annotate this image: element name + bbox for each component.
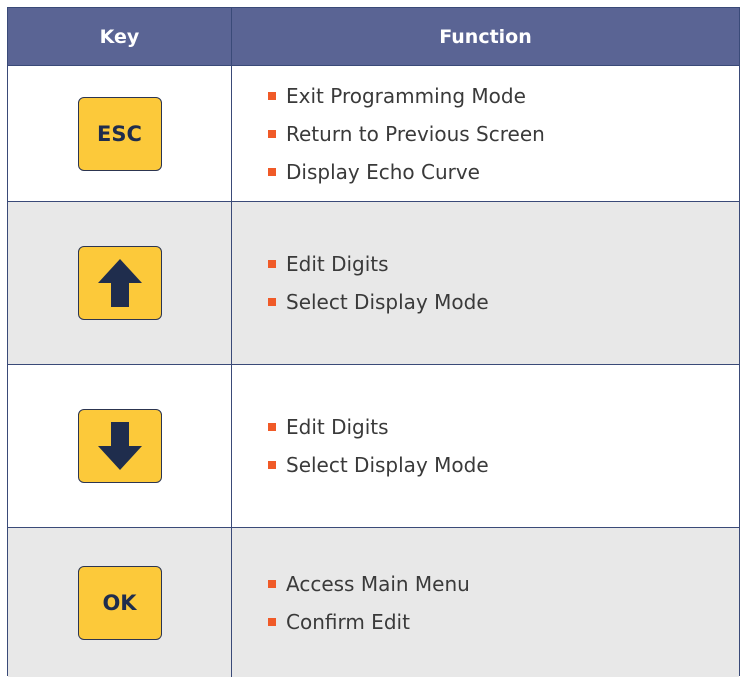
key-cell <box>8 365 232 527</box>
list-item: Access Main Menu <box>268 565 739 603</box>
key-function-table: Key Function ESC Exit Programming Mode R… <box>7 7 740 677</box>
function-text: Return to Previous Screen <box>286 121 545 146</box>
bullet-icon <box>268 129 276 138</box>
function-text: Select Display Mode <box>286 290 489 314</box>
arrow-down-icon <box>97 422 142 470</box>
function-cell: Edit Digits Select Display Mode <box>232 365 739 527</box>
header-function: Function <box>439 25 532 48</box>
table-row: Edit Digits Select Display Mode <box>8 364 739 527</box>
arrow-up-icon <box>97 259 142 307</box>
function-cell: Edit Digits Select Display Mode <box>232 202 739 364</box>
list-item: Display Echo Curve <box>268 153 739 191</box>
ok-key: OK <box>77 565 162 640</box>
down-key <box>77 409 162 483</box>
key-cell: ESC <box>8 66 232 201</box>
bullet-icon <box>268 298 276 306</box>
list-item: Confirm Edit <box>268 603 739 641</box>
function-text: Edit Digits <box>286 415 389 439</box>
bullet-icon <box>268 260 276 268</box>
bullet-icon <box>268 91 276 100</box>
bullet-icon <box>268 461 276 469</box>
header-key: Key <box>8 8 232 65</box>
esc-key: ESC <box>77 96 162 171</box>
bullet-icon <box>268 167 276 176</box>
up-key <box>77 246 162 320</box>
function-cell: Exit Programming Mode Return to Previous… <box>232 66 739 201</box>
function-text: Edit Digits <box>286 252 389 276</box>
table-row: Edit Digits Select Display Mode <box>8 201 739 364</box>
bullet-icon <box>268 579 276 588</box>
function-text: Exit Programming Mode <box>286 83 526 108</box>
list-item: Select Display Mode <box>268 283 739 321</box>
table-row: ESC Exit Programming Mode Return to Prev… <box>8 65 739 201</box>
bullet-icon <box>268 617 276 626</box>
table-header: Key Function <box>8 8 739 65</box>
bullet-icon <box>268 423 276 431</box>
list-item: Edit Digits <box>268 245 739 283</box>
table-row: OK Access Main Menu Confirm Edit <box>8 527 739 677</box>
list-item: Select Display Mode <box>268 446 739 484</box>
list-item: Return to Previous Screen <box>268 115 739 153</box>
key-cell: OK <box>8 528 232 677</box>
function-text: Access Main Menu <box>286 571 470 596</box>
list-item: Exit Programming Mode <box>268 77 739 115</box>
function-text: Select Display Mode <box>286 453 489 477</box>
function-text: Display Echo Curve <box>286 159 480 184</box>
function-text: Confirm Edit <box>286 609 410 634</box>
key-cell <box>8 202 232 364</box>
list-item: Edit Digits <box>268 408 739 446</box>
function-cell: Access Main Menu Confirm Edit <box>232 528 739 677</box>
